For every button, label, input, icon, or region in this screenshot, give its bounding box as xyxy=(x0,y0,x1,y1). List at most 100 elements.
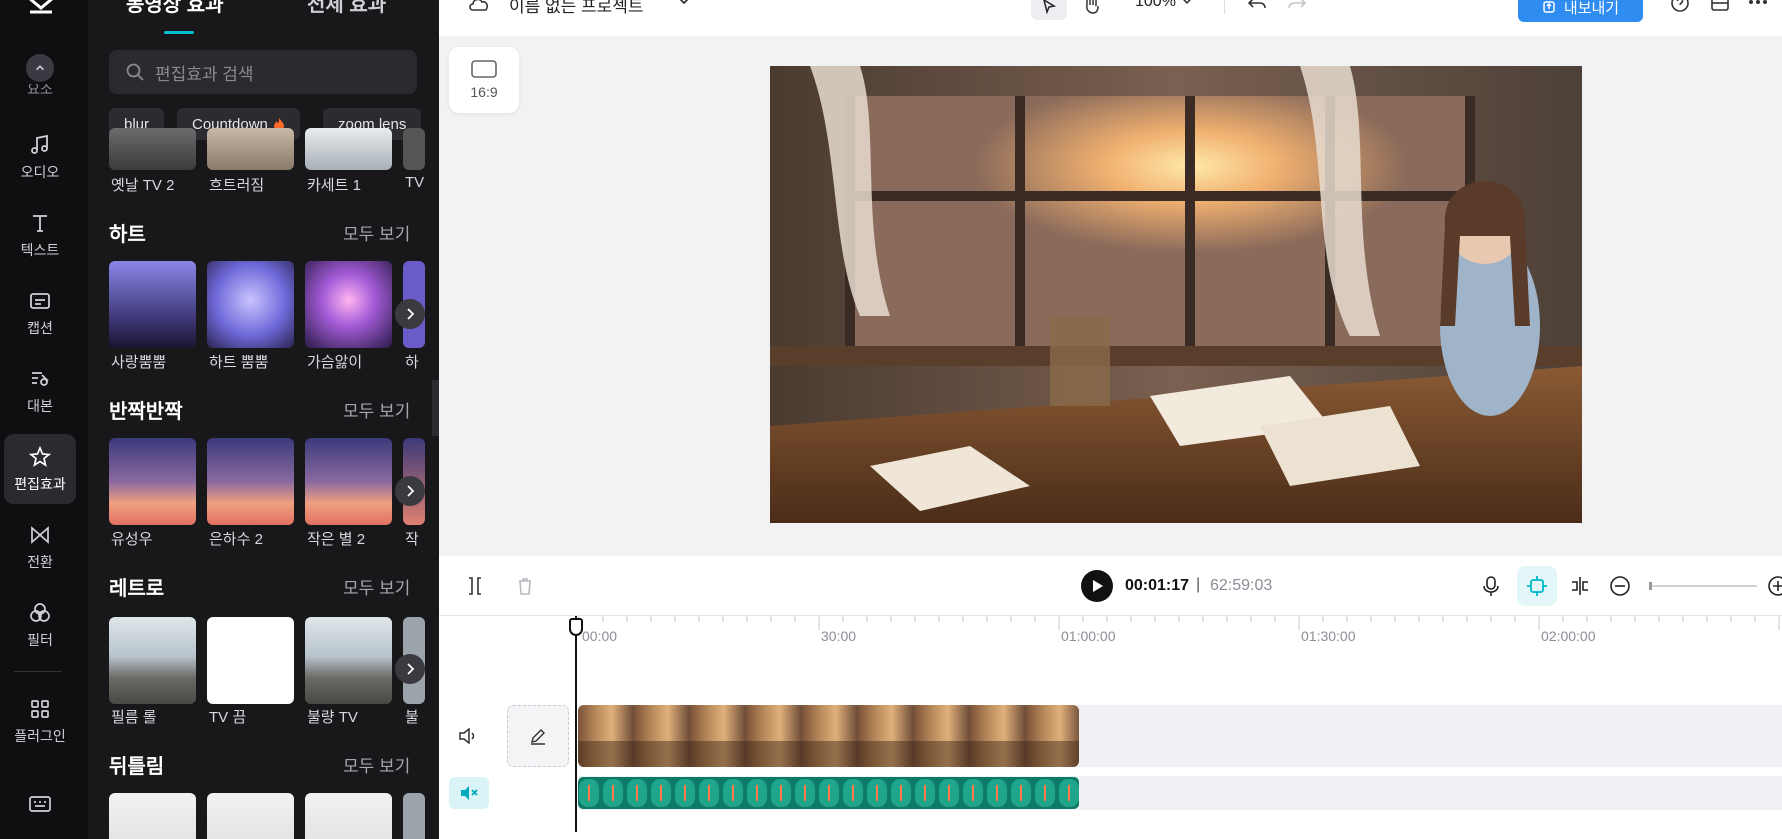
effect-label: 은하수 2 xyxy=(209,531,263,548)
magnet-icon xyxy=(1527,576,1547,596)
ruler-label: 00:00 xyxy=(582,628,618,644)
more-icon[interactable] xyxy=(1747,0,1769,6)
effect-thumb-meteor[interactable] xyxy=(109,438,196,525)
effect-thumb-warp-3[interactable] xyxy=(305,793,392,839)
waveform-marker xyxy=(636,785,638,801)
aspect-ratio-button[interactable]: 16:9 xyxy=(449,47,519,113)
nav-item-text[interactable]: 텍스트 xyxy=(4,200,76,270)
effect-thumb-milkyway-2[interactable] xyxy=(207,438,294,525)
see-all-sparkle[interactable]: 모두 보기 xyxy=(343,397,410,422)
see-all-heart[interactable]: 모두 보기 xyxy=(343,220,410,245)
effect-thumb-cassette-1[interactable] xyxy=(305,128,392,170)
redo-icon[interactable] xyxy=(1287,0,1307,12)
effect-thumb-warp-4[interactable] xyxy=(403,793,425,839)
audio-segment xyxy=(795,779,815,807)
effect-label: TV xyxy=(405,174,425,191)
zoom-in-icon[interactable] xyxy=(1767,575,1782,597)
waveform-marker xyxy=(612,785,614,801)
nav-item-elements[interactable]: 요소 xyxy=(4,46,76,102)
effect-thumb-heartache[interactable] xyxy=(305,261,392,348)
waveform-marker xyxy=(972,785,974,801)
tab-all-effects[interactable]: 전체 효과 xyxy=(307,0,386,17)
effect-thumb-tv[interactable] xyxy=(403,128,425,170)
help-icon[interactable] xyxy=(1669,0,1691,14)
scroll-right-sparkle[interactable] xyxy=(395,476,425,506)
see-all-warp[interactable]: 모두 보기 xyxy=(343,752,410,777)
waveform-marker xyxy=(708,785,710,801)
effect-label: 사랑뿜뿜 xyxy=(111,354,167,371)
layout-icon[interactable] xyxy=(1709,0,1731,14)
effect-thumb-heart-burst[interactable] xyxy=(207,261,294,348)
nav-item-transitions[interactable]: 전환 xyxy=(4,512,76,582)
timeline-zoom-slider[interactable] xyxy=(1649,582,1757,590)
effect-thumb-film-roll[interactable] xyxy=(109,617,196,704)
tab-video-effects[interactable]: 동영상 효과 xyxy=(126,0,224,17)
effect-thumb-little-star-2[interactable] xyxy=(305,438,392,525)
split-view-icon[interactable] xyxy=(1569,575,1591,597)
effect-thumb-tv-off[interactable] xyxy=(207,617,294,704)
section-title-heart: 하트 xyxy=(109,224,146,246)
video-preview[interactable] xyxy=(770,66,1582,523)
audio-segment xyxy=(1059,779,1079,807)
playhead-handle[interactable] xyxy=(569,618,583,636)
project-name[interactable]: 이름 없는 프로젝트 xyxy=(509,0,644,17)
effect-label: TV 끔 xyxy=(209,709,247,726)
cloud-save-icon[interactable] xyxy=(467,0,491,14)
plugins-icon xyxy=(31,699,49,718)
search-placeholder: 편집효과 검색 xyxy=(155,64,254,84)
audio-segment xyxy=(675,779,695,807)
chevron-down-icon[interactable] xyxy=(677,0,691,8)
undo-icon[interactable] xyxy=(1247,0,1267,12)
playhead[interactable] xyxy=(569,616,583,832)
zoom-out-icon[interactable] xyxy=(1609,575,1631,597)
current-time: 00:01:17 xyxy=(1125,577,1190,594)
nav-item-audio[interactable]: 오디오 xyxy=(4,122,76,192)
scroll-right-heart[interactable] xyxy=(395,299,425,329)
split-icon[interactable] xyxy=(466,576,484,596)
snap-toggle[interactable] xyxy=(1517,566,1557,606)
effect-thumb-bad-tv[interactable] xyxy=(305,617,392,704)
left-nav: 요소 오디오 텍스트 캡션 대본 편집효과 전환 필터 플러그인 xyxy=(0,0,88,839)
delete-icon[interactable] xyxy=(516,576,534,596)
chevron-down-icon[interactable] xyxy=(1181,0,1193,8)
audio-segment xyxy=(987,779,1007,807)
track-volume-icon[interactable] xyxy=(457,726,479,746)
effect-thumb-warp-1[interactable] xyxy=(109,793,196,839)
hand-tool-icon[interactable] xyxy=(1082,0,1102,14)
waveform-marker xyxy=(876,785,878,801)
audio-segment xyxy=(699,779,719,807)
cover-edit-button[interactable] xyxy=(507,705,569,767)
select-tool-button[interactable] xyxy=(1031,0,1067,20)
audio-segment xyxy=(891,779,911,807)
nav-item-script[interactable]: 대본 xyxy=(4,356,76,426)
zoom-level[interactable]: 100% xyxy=(1135,0,1176,11)
effect-thumb-old-tv-2[interactable] xyxy=(109,128,196,170)
nav-item-effects[interactable]: 편집효과 xyxy=(4,434,76,504)
mute-audio-button[interactable] xyxy=(449,777,489,809)
total-time: 62:59:03 xyxy=(1210,577,1273,594)
video-clip[interactable] xyxy=(578,705,1079,767)
export-button[interactable]: 내보내기 xyxy=(1518,0,1643,22)
app-logo-icon[interactable] xyxy=(26,0,56,16)
text-icon xyxy=(33,214,47,232)
play-button[interactable] xyxy=(1081,570,1113,602)
slider-handle[interactable] xyxy=(1649,582,1652,590)
nav-item-plugins[interactable]: 플러그인 xyxy=(4,686,76,756)
nav-item-captions[interactable]: 캡션 xyxy=(4,278,76,348)
audio-clip[interactable] xyxy=(578,777,1079,809)
ruler-label: 02:00:00 xyxy=(1541,628,1596,644)
waveform-marker xyxy=(996,785,998,801)
microphone-icon[interactable] xyxy=(1482,575,1500,597)
nav-item-filters[interactable]: 필터 xyxy=(4,590,76,660)
keyboard-icon[interactable] xyxy=(28,794,52,814)
audio-segment xyxy=(603,779,623,807)
filter-icon xyxy=(30,602,50,622)
effect-thumb-love[interactable] xyxy=(109,261,196,348)
see-all-retro[interactable]: 모두 보기 xyxy=(343,574,410,599)
scroll-right-retro[interactable] xyxy=(395,654,425,684)
effect-thumb-warp-2[interactable] xyxy=(207,793,294,839)
chevron-right-icon xyxy=(407,308,415,320)
effect-thumb-scatter[interactable] xyxy=(207,128,294,170)
effects-search-input[interactable]: 편집효과 검색 xyxy=(109,50,417,94)
section-title-retro: 레트로 xyxy=(109,578,165,600)
